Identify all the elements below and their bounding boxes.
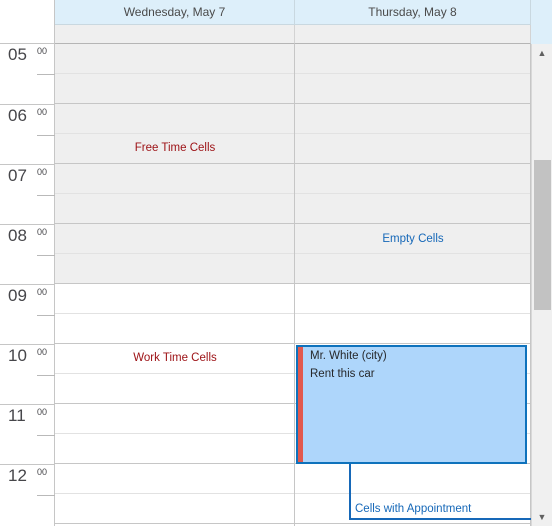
time-cell[interactable]: [55, 314, 294, 344]
day-header-wednesday[interactable]: Wednesday, May 7: [55, 0, 295, 25]
time-cell[interactable]: [55, 464, 294, 494]
scroll-down-arrow-icon[interactable]: ▼: [532, 508, 552, 526]
time-ruler-hour-minute: 00: [37, 227, 48, 237]
time-cell[interactable]: [55, 164, 294, 194]
time-ruler-hour-minute: 00: [37, 46, 48, 56]
time-ruler-half-hour-mark: [37, 375, 55, 376]
scheduler-corner-cell: [0, 0, 55, 44]
time-cell[interactable]: [55, 434, 294, 464]
day-header-thursday[interactable]: Thursday, May 8: [295, 0, 531, 25]
time-cell[interactable]: [295, 44, 530, 74]
time-ruler-hour-number: 05: [8, 45, 27, 64]
scheduler-view: Wednesday, May 7 Thursday, May 8 05 00 06 0…: [0, 0, 552, 526]
time-cell[interactable]: [55, 284, 294, 314]
time-ruler-hour-minute: 00: [37, 107, 48, 117]
callout-line-horizontal: [349, 518, 532, 520]
time-ruler-half-hour-mark: [37, 315, 55, 316]
time-cell[interactable]: [55, 494, 294, 524]
time-ruler-hour-number: 12: [8, 466, 27, 485]
time-ruler-hour: 06 00: [0, 104, 55, 164]
time-cell[interactable]: [55, 44, 294, 74]
annotation-free-time-cells: Free Time Cells: [134, 142, 216, 154]
time-ruler-hour-number: 07: [8, 166, 27, 185]
time-cell[interactable]: [55, 404, 294, 434]
time-ruler-hour-minute: 00: [37, 407, 48, 417]
time-ruler-hour: 05 00: [0, 44, 55, 104]
time-cell[interactable]: [55, 224, 294, 254]
scroll-up-arrow-icon[interactable]: ▲: [532, 44, 552, 62]
time-ruler-hour-number: 08: [8, 226, 27, 245]
time-cell[interactable]: [295, 254, 530, 284]
time-ruler-hour: 08 00: [0, 224, 55, 284]
time-cell[interactable]: [55, 374, 294, 404]
time-ruler-hour-minute: 00: [37, 467, 48, 477]
time-ruler-half-hour-mark: [37, 135, 55, 136]
time-cell[interactable]: [295, 164, 530, 194]
vertical-scrollbar[interactable]: ▲ ▼: [531, 44, 552, 526]
time-ruler-hour-minute: 00: [37, 287, 48, 297]
time-ruler-half-hour-mark: [37, 74, 55, 75]
time-cell[interactable]: [295, 134, 530, 164]
time-ruler-half-hour-mark: [37, 195, 55, 196]
time-cell[interactable]: [295, 284, 530, 314]
time-ruler-hour-number: 11: [8, 406, 26, 425]
appointment-status-stripe: [298, 347, 303, 462]
time-cell[interactable]: [55, 104, 294, 134]
time-ruler-half-hour-mark: [37, 255, 55, 256]
time-cell[interactable]: [295, 104, 530, 134]
time-ruler-hour: 11 00: [0, 404, 55, 464]
all-day-area-wednesday[interactable]: [55, 25, 295, 44]
time-ruler-hour-number: 10: [8, 346, 27, 365]
time-ruler-hour: 10 00: [0, 344, 55, 404]
time-cell[interactable]: [55, 74, 294, 104]
time-cell[interactable]: [55, 194, 294, 224]
time-cell[interactable]: [295, 464, 530, 494]
time-cell[interactable]: [295, 314, 530, 344]
time-ruler-half-hour-mark: [37, 495, 55, 496]
time-ruler-hour-number: 09: [8, 286, 27, 305]
appointment-description: Rent this car: [310, 368, 375, 380]
appointment-block[interactable]: Mr. White (city) Rent this car: [296, 345, 527, 464]
appointment-subject: Mr. White (city): [310, 350, 387, 362]
scrollbar-thumb[interactable]: [534, 160, 551, 310]
time-cell[interactable]: [295, 74, 530, 104]
time-ruler-hour: 09 00: [0, 284, 55, 344]
annotation-cells-with-appointment: Cells with Appointment: [355, 503, 472, 515]
time-ruler-hour: 07 00: [0, 164, 55, 224]
scrollbar-header-pad: [531, 0, 552, 44]
time-ruler: 05 00 06 00 07 00 08 00 09 00 10 00 11 00 12 00: [0, 44, 55, 526]
time-ruler-hour: 12 00: [0, 464, 55, 524]
day-column-wednesday[interactable]: [55, 44, 295, 526]
all-day-area-thursday[interactable]: [295, 25, 531, 44]
time-ruler-hour-minute: 00: [37, 167, 48, 177]
annotation-empty-cells: Empty Cells: [382, 233, 444, 245]
time-ruler-hour-number: 06: [8, 106, 27, 125]
time-ruler-hour-minute: 00: [37, 347, 48, 357]
time-cell[interactable]: [295, 194, 530, 224]
time-ruler-half-hour-mark: [37, 435, 55, 436]
time-cell[interactable]: [55, 254, 294, 284]
annotation-work-time-cells: Work Time Cells: [133, 352, 217, 364]
callout-line-vertical: [349, 464, 351, 519]
